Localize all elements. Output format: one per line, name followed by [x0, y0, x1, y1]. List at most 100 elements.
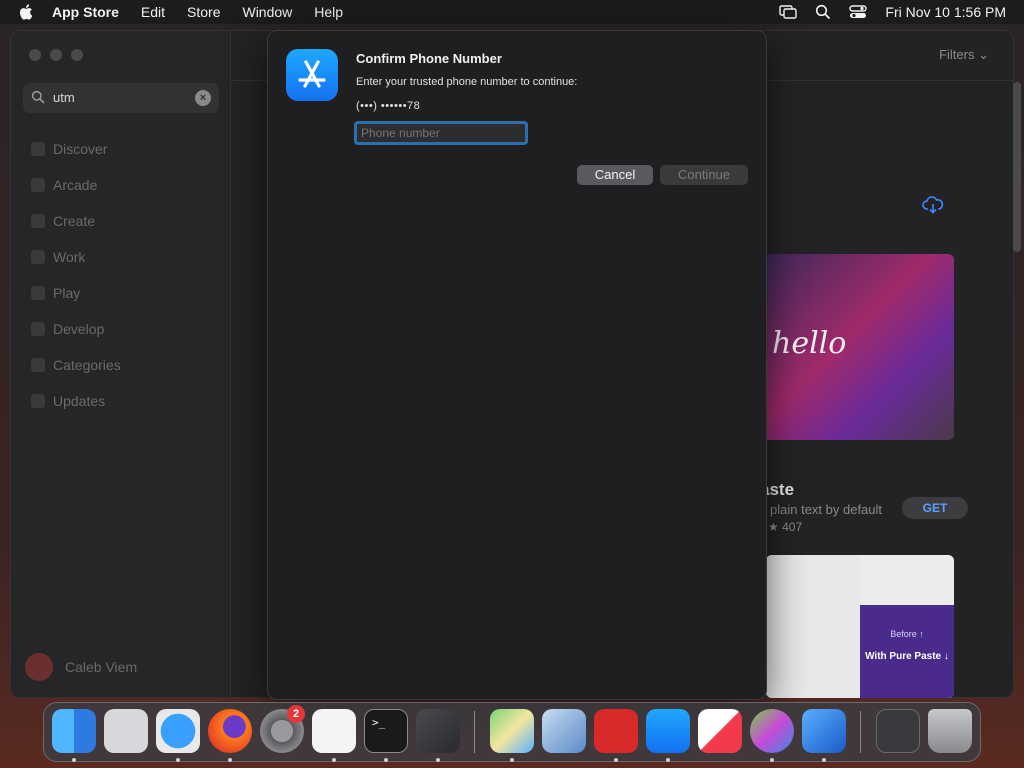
apple-icon[interactable]: [18, 3, 36, 21]
sidebar-nav: Discover Arcade Create Work Play Develop…: [11, 131, 231, 419]
textedit-icon[interactable]: [312, 709, 356, 753]
sidebar-item-discover[interactable]: Discover: [11, 131, 231, 167]
categories-icon: [31, 358, 45, 372]
running-indicator: [176, 758, 180, 762]
menu-edit[interactable]: Edit: [141, 4, 165, 20]
running-indicator: [770, 758, 774, 762]
finder-icon[interactable]: [52, 709, 96, 753]
running-indicator: [72, 758, 76, 762]
garageband-icon[interactable]: [416, 709, 460, 753]
arcade-icon: [31, 178, 45, 192]
virtualbox-icon[interactable]: [542, 709, 586, 753]
running-indicator: [510, 758, 514, 762]
sidebar-item-label: Updates: [53, 393, 106, 409]
safari-icon[interactable]: [156, 709, 200, 753]
running-indicator: [332, 758, 336, 762]
sidebar-item-label: Develop: [53, 321, 105, 337]
phone-number-input[interactable]: [354, 121, 528, 145]
work-icon: [31, 250, 45, 264]
running-indicator: [436, 758, 440, 762]
sidebar-item-play[interactable]: Play: [11, 275, 231, 311]
screenshot-panel: [766, 555, 860, 698]
sidebar-item-categories[interactable]: Categories: [11, 347, 231, 383]
avatar: [25, 653, 53, 681]
menu-help[interactable]: Help: [314, 4, 343, 20]
sidebar-item-develop[interactable]: Develop: [11, 311, 231, 347]
menu-app-store[interactable]: App Store: [52, 4, 119, 20]
desktop: App Store Edit Store Window Help Fri Nov…: [0, 0, 1024, 768]
develop-icon: [31, 322, 45, 336]
firefox-icon[interactable]: [208, 709, 252, 753]
control-center-icon[interactable]: [849, 4, 868, 20]
spotlight-search-icon[interactable]: [815, 4, 831, 20]
running-indicator: [822, 758, 826, 762]
sidebar-item-work[interactable]: Work: [11, 239, 231, 275]
dialog-title: Confirm Phone Number: [356, 51, 502, 66]
result-app-rating: ★ 407: [768, 520, 803, 534]
downloads-stack-icon[interactable]: [876, 709, 920, 753]
sidebar-item-label: Categories: [53, 357, 121, 373]
discover-icon: [31, 142, 45, 156]
screen-mirroring-icon[interactable]: [779, 4, 798, 20]
search-icon: [31, 90, 45, 104]
app-store-icon: [286, 49, 338, 101]
menu-window[interactable]: Window: [242, 4, 292, 20]
filters-label: Filters: [939, 47, 975, 62]
window-controls: [29, 49, 83, 61]
filters-button[interactable]: Filters ⌄: [939, 47, 989, 63]
app-store-glyph-icon: [298, 60, 326, 88]
sidebar-item-label: Work: [53, 249, 86, 265]
trash-icon[interactable]: [928, 709, 972, 753]
dialog-message: Enter your trusted phone number to conti…: [356, 76, 578, 88]
app-store-dock-icon[interactable]: [646, 709, 690, 753]
sidebar-item-create[interactable]: Create: [11, 203, 231, 239]
terminal-prompt: >_: [372, 716, 386, 729]
sidebar: utm × Discover Arcade Create Work Play D…: [11, 31, 231, 697]
minimize-window-button[interactable]: [50, 49, 62, 61]
play-icon: [31, 286, 45, 300]
create-icon: [31, 214, 45, 228]
sidebar-item-label: Play: [53, 285, 81, 301]
close-window-button[interactable]: [29, 49, 41, 61]
cloud-download-icon[interactable]: [922, 196, 944, 214]
continue-button[interactable]: Continue: [660, 165, 748, 185]
clear-search-icon[interactable]: ×: [195, 90, 211, 106]
hello-text: hello: [772, 326, 847, 361]
app-screenshot[interactable]: Before ↑ With Pure Paste ↓: [766, 555, 954, 698]
masked-phone-number: (•••) ••••••78: [356, 100, 421, 112]
monitor-app-icon[interactable]: [750, 709, 794, 753]
notification-badge: 2: [287, 705, 305, 723]
before-label: Before ↑: [890, 629, 924, 639]
pure-paste-label: With Pure Paste ↓: [865, 651, 949, 662]
xcode-icon[interactable]: [802, 709, 846, 753]
confirm-phone-dialog: Confirm Phone Number Enter your trusted …: [267, 30, 767, 700]
zoom-window-button[interactable]: [71, 49, 83, 61]
user-name: Caleb Viem: [65, 659, 138, 675]
app-screenshot[interactable]: hello: [760, 254, 954, 440]
sidebar-item-updates[interactable]: Updates: [11, 383, 231, 419]
dock: 2 >_: [43, 702, 981, 762]
account-button[interactable]: Caleb Viem: [25, 653, 137, 681]
cancel-button[interactable]: Cancel: [577, 165, 653, 185]
photo-booth-icon[interactable]: [594, 709, 638, 753]
launchpad-icon[interactable]: [104, 709, 148, 753]
terminal-icon[interactable]: >_: [364, 709, 408, 753]
dock-separator: [474, 711, 475, 753]
menu-bar: App Store Edit Store Window Help Fri Nov…: [0, 0, 1024, 24]
rating-count: 407: [782, 520, 803, 534]
get-button[interactable]: GET: [902, 497, 968, 519]
maps-icon[interactable]: [490, 709, 534, 753]
sidebar-item-arcade[interactable]: Arcade: [11, 167, 231, 203]
result-app-subtitle: plain text by default: [770, 502, 883, 517]
sidebar-item-label: Arcade: [53, 177, 98, 193]
updates-icon: [31, 394, 45, 408]
search-field[interactable]: utm ×: [23, 83, 219, 113]
search-input-value[interactable]: utm: [53, 90, 75, 105]
news-icon[interactable]: [698, 709, 742, 753]
sidebar-item-label: Discover: [53, 141, 108, 157]
running-indicator: [228, 758, 232, 762]
scrollbar[interactable]: [1013, 82, 1021, 252]
running-indicator: [666, 758, 670, 762]
menu-bar-clock[interactable]: Fri Nov 10 1:56 PM: [885, 4, 1006, 20]
menu-store[interactable]: Store: [187, 4, 220, 20]
